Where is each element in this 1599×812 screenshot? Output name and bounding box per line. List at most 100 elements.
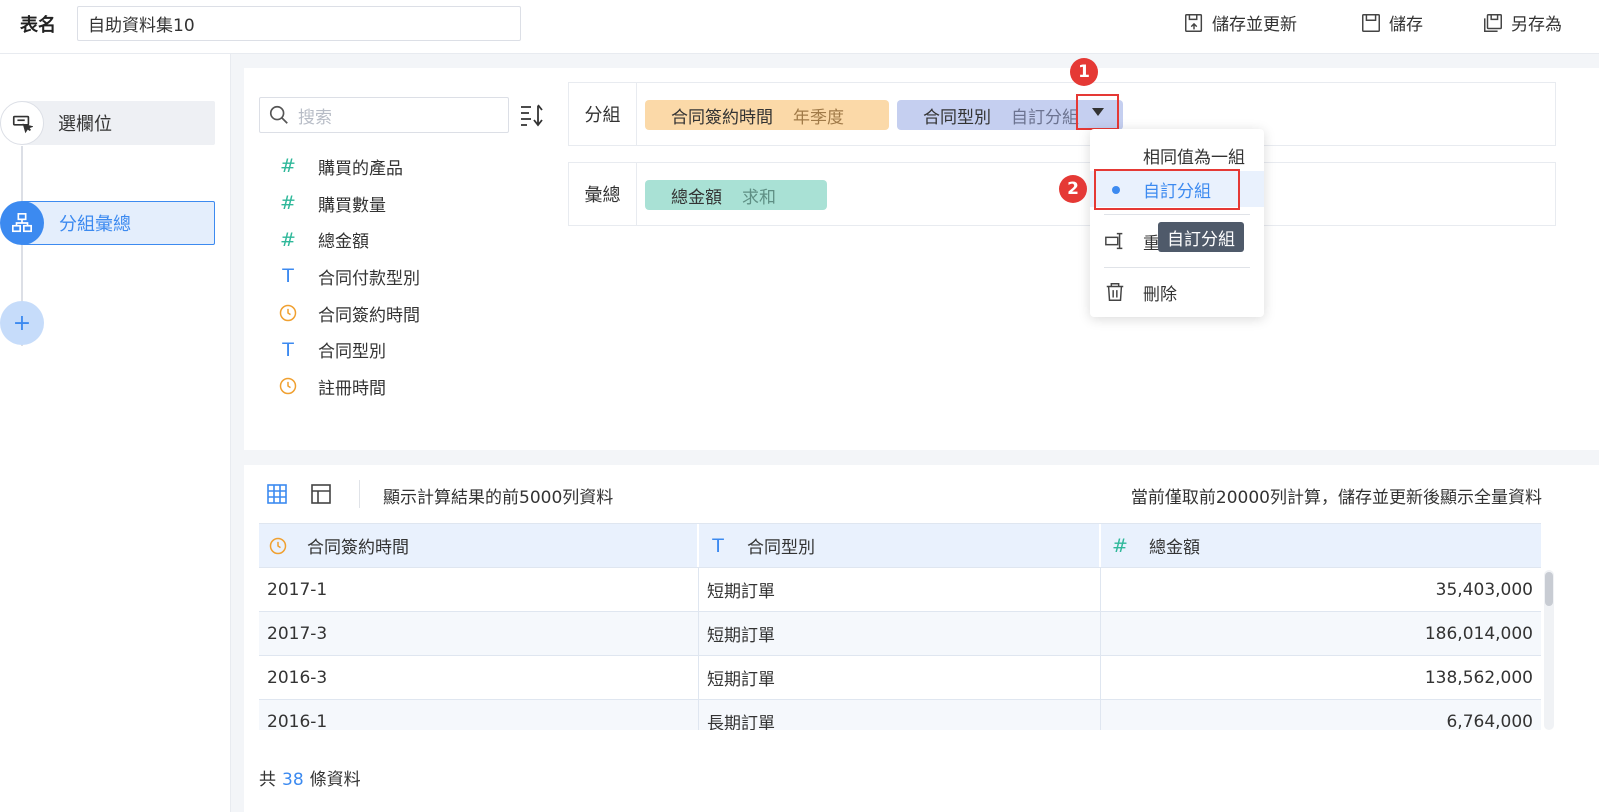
- row-count: 38: [282, 770, 304, 790]
- menu-divider: [1104, 214, 1250, 215]
- result-table: 合同簽約時間 T 合同型別 # 總金額 2017-1 短期訂單 35,403,0…: [259, 523, 1541, 730]
- save-as-label: 另存為: [1511, 15, 1562, 35]
- top-bar: 表名 儲存並更新 儲存 另存為: [0, 0, 1599, 54]
- table-cell: 6,764,000: [1446, 711, 1533, 731]
- group-hierarchy-icon: [0, 201, 44, 245]
- select-fields-icon: [0, 101, 44, 145]
- column-header[interactable]: # 總金額: [1101, 524, 1541, 567]
- summary-chip-total-amount[interactable]: 總金額 求和: [645, 180, 827, 210]
- field-item[interactable]: T 合同型別: [276, 331, 420, 368]
- chip-mode: 求和: [742, 187, 776, 208]
- field-label: 合同型別: [318, 342, 386, 363]
- add-icon: +: [0, 301, 44, 345]
- field-label: 購買數量: [318, 195, 386, 216]
- field-item[interactable]: # 購買的產品: [276, 148, 420, 185]
- table-cell: 2016-1: [259, 700, 699, 730]
- save-as-button[interactable]: 另存為: [1482, 10, 1562, 35]
- field-item[interactable]: # 購買數量: [276, 185, 420, 222]
- field-item[interactable]: T 合同付款型別: [276, 258, 420, 295]
- column-header[interactable]: 合同簽約時間: [259, 524, 699, 567]
- text-icon: T: [282, 338, 294, 361]
- column-header[interactable]: T 合同型別: [699, 524, 1101, 567]
- step-sidebar: 選欄位 分組彙總 +: [0, 54, 231, 812]
- text-icon: T: [712, 534, 724, 557]
- menu-item-delete[interactable]: 刪除: [1090, 274, 1264, 310]
- group-label: 分組: [569, 83, 637, 145]
- save-update-icon: [1185, 13, 1203, 32]
- field-search-input[interactable]: 搜索: [259, 97, 509, 133]
- field-label: 註冊時間: [318, 378, 386, 399]
- step-group-summary[interactable]: 分組彙總: [0, 201, 215, 245]
- chip-name: 合同型別: [923, 107, 991, 128]
- group-row: 分組 合同簽約時間 年季度 合同型別 自訂分組: [568, 82, 1556, 146]
- step-select-fields-label: 選欄位: [22, 101, 215, 145]
- table-body: 2017-1 短期訂單 35,403,000 2017-3 短期訂單 186,0…: [259, 568, 1541, 730]
- menu-item-label: 刪除: [1143, 284, 1177, 305]
- annotation-badge-1: 1: [1070, 58, 1098, 86]
- number-icon: #: [280, 228, 296, 251]
- table-cell: 2016-3: [259, 656, 699, 699]
- table-cell: 短期訂單: [699, 656, 1101, 699]
- step-select-fields[interactable]: 選欄位: [0, 101, 215, 145]
- clock-icon: [276, 303, 300, 323]
- trash-icon: [1106, 283, 1124, 301]
- save-button[interactable]: 儲存: [1360, 10, 1423, 35]
- table-row: 2016-1 長期訂單 6,764,000: [259, 700, 1541, 730]
- annotation-highlight-box: [1094, 169, 1240, 210]
- table-scrollbar[interactable]: [1544, 570, 1554, 730]
- field-item[interactable]: 合同簽約時間: [276, 295, 420, 332]
- column-header-label: 合同簽約時間: [307, 538, 409, 558]
- add-step-button[interactable]: +: [0, 301, 44, 345]
- clock-icon: [276, 376, 300, 396]
- chip-mode: 自訂分組: [1011, 107, 1079, 128]
- chip-name: 合同簽約時間: [671, 107, 773, 128]
- field-item[interactable]: # 總金額: [276, 221, 420, 258]
- column-header-label: 總金額: [1149, 538, 1200, 558]
- field-label: 總金額: [318, 232, 369, 253]
- table-row: 2017-1 短期訂單 35,403,000: [259, 568, 1541, 612]
- calc-note: 當前僅取前20000列計算，儲存並更新後顯示全量資料: [1130, 488, 1542, 508]
- table-view-icon[interactable]: [265, 482, 289, 506]
- summary-label: 彙總: [569, 163, 637, 225]
- search-icon: [269, 105, 288, 124]
- table-cell: 35,403,000: [1435, 579, 1533, 600]
- table-name-input[interactable]: [77, 6, 521, 41]
- field-item[interactable]: 註冊時間: [276, 368, 420, 405]
- chip-dropdown-button[interactable]: [1076, 94, 1119, 130]
- number-icon: #: [280, 192, 296, 215]
- clock-icon: [267, 536, 289, 556]
- table-row: 2016-3 短期訂單 138,562,000: [259, 656, 1541, 700]
- table-header: 合同簽約時間 T 合同型別 # 總金額: [259, 524, 1541, 568]
- scrollbar-thumb[interactable]: [1545, 572, 1553, 606]
- search-placeholder: 搜索: [298, 107, 332, 128]
- row-count-footer: 共 38 條資料: [259, 765, 361, 790]
- table-cell: 短期訂單: [699, 612, 1101, 655]
- number-icon: #: [1112, 534, 1128, 557]
- dropdown-caret-icon: [1091, 108, 1104, 116]
- save-and-update-button[interactable]: 儲存並更新: [1183, 10, 1297, 35]
- save-label: 儲存: [1389, 15, 1423, 35]
- save-as-icon: [1484, 13, 1502, 32]
- text-icon: T: [282, 265, 294, 288]
- menu-item-same-value[interactable]: 相同值為一組: [1090, 137, 1264, 173]
- field-label: 合同簽約時間: [318, 305, 420, 326]
- table-cell: 長期訂單: [699, 700, 1101, 730]
- field-label: 合同付款型別: [318, 268, 420, 289]
- table-cell: 2017-1: [259, 568, 699, 611]
- rename-icon: [1105, 232, 1123, 250]
- table-cell: 186,014,000: [1424, 623, 1533, 644]
- chip-name: 總金額: [671, 187, 722, 208]
- field-label: 購買的產品: [318, 158, 403, 179]
- group-chip-contract-time[interactable]: 合同簽約時間 年季度: [645, 100, 889, 130]
- table-cell: 短期訂單: [699, 568, 1101, 611]
- step-group-summary-label: 分組彙總: [22, 201, 215, 245]
- number-icon: #: [280, 155, 296, 178]
- table-cell: 2017-3: [259, 612, 699, 655]
- save-and-update-label: 儲存並更新: [1212, 15, 1297, 35]
- save-icon: [1362, 13, 1380, 32]
- toolbar-divider: [359, 480, 360, 508]
- tooltip: 自訂分組: [1158, 222, 1244, 252]
- sort-icon[interactable]: [518, 102, 548, 130]
- layout-view-icon[interactable]: [309, 482, 333, 506]
- table-row: 2017-3 短期訂單 186,014,000: [259, 612, 1541, 656]
